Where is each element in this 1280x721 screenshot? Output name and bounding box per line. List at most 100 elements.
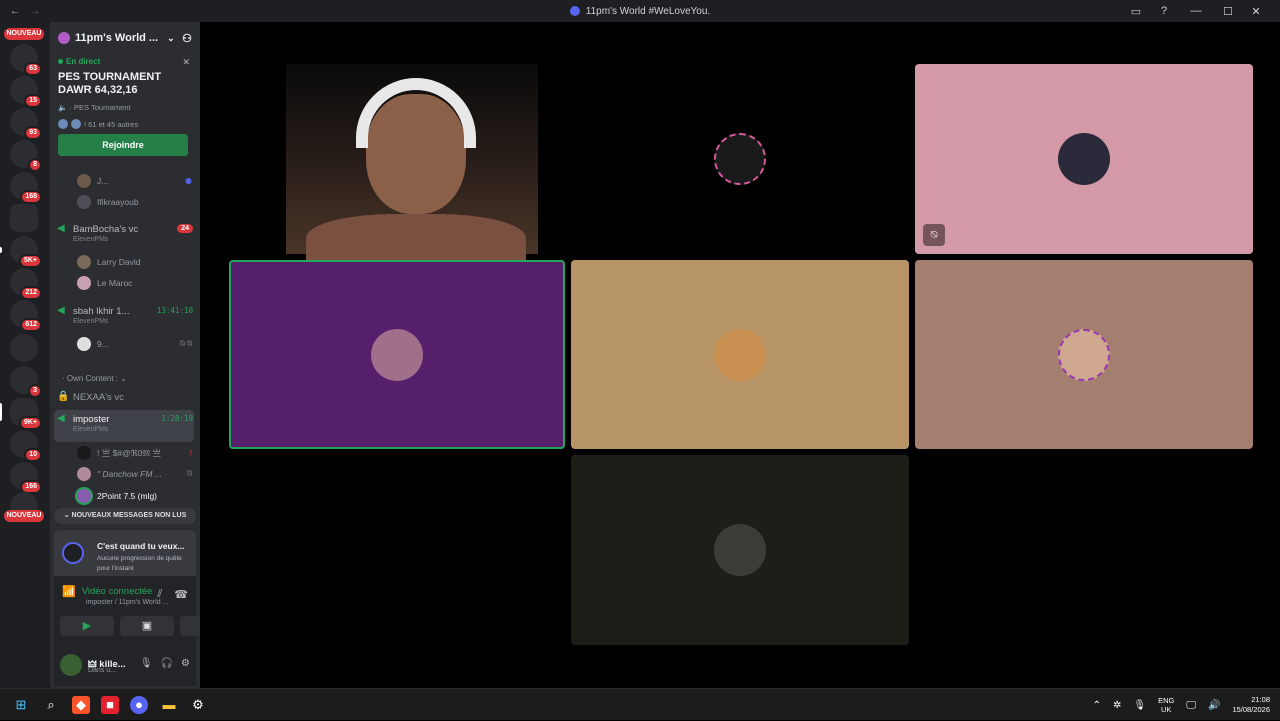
quest-card[interactable]: C'est quand tu veux... Aucune progressio…	[54, 530, 196, 576]
avatar	[1058, 328, 1110, 381]
microphone-icon[interactable]: 🎙	[140, 658, 153, 669]
avatar	[77, 467, 91, 481]
microphone-icon[interactable]: 🎙	[1133, 700, 1146, 711]
server-icon[interactable]: 166	[10, 462, 42, 494]
voice-member[interactable]: J... ⚉	[77, 174, 192, 188]
app-icon[interactable]: ■	[101, 696, 119, 714]
mention-badge: 10	[24, 448, 42, 462]
invite-icon[interactable]: ⚇	[182, 32, 192, 45]
voice-member-self[interactable]: 2Point 7.5 (mlg)	[77, 489, 192, 503]
close-icon[interactable]: ✕	[182, 57, 190, 68]
language-indicator[interactable]: ENG UK	[1158, 696, 1174, 714]
brave-browser-icon[interactable]: ◆	[72, 696, 90, 714]
participant-tile[interactable]: ⍉	[915, 64, 1253, 254]
minimize-button[interactable]: —	[1178, 5, 1214, 17]
discord-icon[interactable]: ●	[130, 696, 148, 714]
signal-icon[interactable]: 📶	[62, 585, 76, 598]
chevron-down-icon: ⌄	[167, 32, 175, 43]
disconnect-icon[interactable]: ☎	[174, 588, 188, 601]
server-header[interactable]: 11pm's World ... ⌄ ⚇	[50, 22, 200, 54]
call-duration: 1:28:19	[161, 414, 193, 423]
server-icon[interactable]: 212	[10, 268, 42, 300]
folder-icon[interactable]	[10, 204, 38, 232]
back-icon[interactable]: ←	[10, 6, 20, 17]
server-logo-icon	[569, 6, 580, 16]
user-status: Dans u...	[88, 667, 117, 674]
server-icon[interactable]: 612	[10, 300, 42, 332]
avatar	[1058, 133, 1110, 185]
avatar	[77, 489, 91, 503]
chevron-up-icon[interactable]: ⌃	[1093, 700, 1101, 711]
voice-channel-imposter[interactable]: ◀ imposter ElevenPMs 1:28:19	[57, 414, 193, 434]
server-icon[interactable]: 15	[10, 76, 42, 108]
screen-share-button[interactable]: ▣	[120, 616, 174, 636]
category-own-content[interactable]: · Own Content : ⌄	[62, 374, 127, 383]
search-icon[interactable]: ⌕	[42, 696, 60, 714]
quest-icon	[62, 542, 84, 564]
server-icon[interactable]: 3	[10, 366, 42, 398]
voice-member[interactable]: Larry David	[77, 255, 192, 269]
member-name: 9...	[97, 339, 109, 349]
muted-icon: ⍉ ⍉	[180, 339, 192, 348]
member-name: Larry David	[97, 257, 141, 267]
status-icon: ⚉	[184, 176, 192, 186]
noise-suppression-icon[interactable]: ⫽	[157, 588, 162, 601]
windows-start-icon[interactable]: ⊞	[12, 696, 30, 714]
channel-name: BamBocha's vc	[73, 224, 139, 235]
unread-pill	[0, 247, 2, 253]
quest-title: C'est quand tu veux...	[97, 541, 185, 551]
date: 15/08/2026	[1232, 705, 1270, 714]
server-icon[interactable]: 10	[10, 430, 42, 462]
mention-badge: 212	[20, 286, 42, 300]
language-code: ENG	[1158, 696, 1175, 705]
voice-location[interactable]: imposter / 11pm's World ...	[86, 599, 168, 606]
file-explorer-icon[interactable]: ▬	[160, 696, 178, 714]
maximize-button[interactable]: ☐	[1214, 5, 1242, 18]
display-icon[interactable]: 🖵	[1186, 700, 1196, 711]
camera-button[interactable]: ▶	[60, 616, 114, 636]
server-icon[interactable]	[10, 334, 38, 362]
server-icon[interactable]: 168	[10, 172, 42, 204]
server-icon[interactable]: 63	[10, 44, 42, 76]
inbox-icon[interactable]: ▭	[1122, 5, 1150, 18]
server-icon-selected[interactable]: 9K+	[0, 398, 42, 430]
gear-icon[interactable]: ⚙	[181, 658, 190, 669]
headphones-icon[interactable]: 🎧	[161, 658, 173, 669]
voice-channel-sbah[interactable]: ◀ sbah lkhir 1... ElevenPMs 13:41:10	[57, 306, 193, 326]
video-tile-webcam[interactable]	[286, 64, 538, 274]
server-icon[interactable]: 5K+	[0, 236, 42, 268]
channel-name: imposter	[73, 414, 110, 425]
forward-icon[interactable]: →	[30, 6, 40, 17]
headset-icon	[356, 78, 476, 148]
voice-member[interactable]: Ifikraayoub	[77, 195, 192, 209]
voice-member[interactable]: Le Maroc	[77, 276, 192, 290]
voice-channel-nexaa[interactable]: 🔒 NEXAA's vc	[57, 392, 193, 404]
participant-tile[interactable]	[571, 260, 909, 449]
unread-messages-pill[interactable]: ⌄ NOUVEAUX MESSAGES NON LUS	[54, 508, 196, 524]
voice-member[interactable]: ! 亗 $#@ℜ0𝔐 亗!	[77, 446, 192, 460]
mention-badge: 15	[24, 94, 42, 108]
participant-tile-speaking[interactable]	[229, 260, 565, 449]
clock[interactable]: 21:08 15/08/2026	[1232, 695, 1270, 715]
mention-badge: 612	[20, 318, 42, 332]
voice-member[interactable]: " Danchow FM ... ⍉	[77, 467, 192, 481]
voice-member[interactable]: 9... ⍉ ⍉	[77, 337, 192, 351]
volume-icon[interactable]: 🔊	[1208, 700, 1220, 711]
server-icon[interactable]: 93	[10, 108, 42, 140]
join-button[interactable]: Rejoindre	[58, 134, 188, 156]
avatar	[77, 337, 91, 351]
time: 21:08	[1251, 695, 1270, 704]
server-icon[interactable]: 8	[10, 140, 42, 172]
member-name: Ifikraayoub	[97, 197, 139, 207]
settings-icon[interactable]: ✲	[1113, 700, 1121, 711]
steam-icon[interactable]: ⚙	[189, 696, 207, 714]
avatar[interactable]	[60, 654, 82, 676]
help-icon[interactable]: ?	[1150, 5, 1178, 17]
muted-icon[interactable]: ⍉	[923, 224, 945, 246]
participant-tile[interactable]	[571, 64, 909, 254]
participant-tile[interactable]	[571, 455, 909, 645]
mention-badge: 5K+	[18, 254, 42, 268]
participant-tile[interactable]	[915, 260, 1253, 449]
voice-channel-bambocha[interactable]: ◀ BamBocha's vc ElevenPMs 24	[57, 224, 193, 243]
close-button[interactable]: ✕	[1242, 5, 1270, 18]
